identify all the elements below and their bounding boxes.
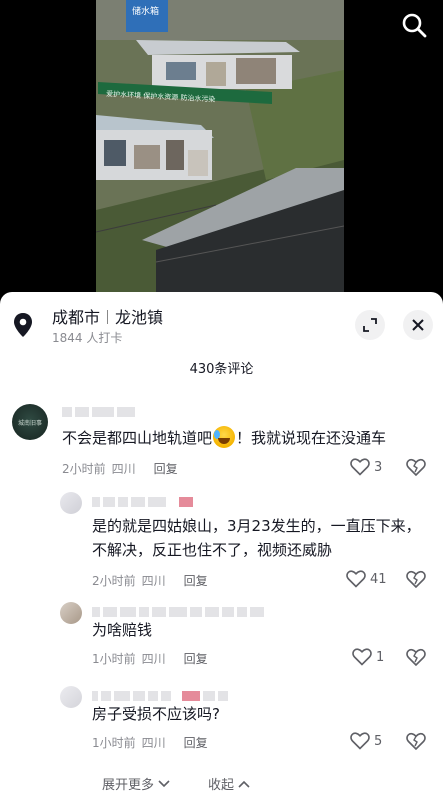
- comment-region: 四川: [111, 462, 136, 476]
- reply-button[interactable]: 回复: [184, 652, 208, 666]
- location-town: 龙池镇: [115, 308, 164, 327]
- chevron-down-icon: [158, 780, 170, 788]
- heart-icon: [352, 648, 372, 666]
- comment-time: 2小时前: [92, 574, 136, 588]
- like-count: 3: [374, 459, 383, 475]
- reply-button[interactable]: 回复: [154, 462, 178, 476]
- video-player[interactable]: 储水箱 爱护水环境 保护水资源 防治水污染: [0, 0, 443, 292]
- dislike-button[interactable]: [406, 647, 426, 667]
- location-separator: [107, 310, 109, 324]
- comment-time: 1小时前: [92, 736, 136, 750]
- like-count: 41: [370, 571, 387, 587]
- comment-text: 为啥赔钱: [92, 621, 153, 639]
- comment-region: 四川: [141, 736, 166, 750]
- username[interactable]: [62, 406, 135, 418]
- search-button[interactable]: [399, 10, 429, 40]
- video-scene: 储水箱 爱护水环境 保护水资源 防治水污染: [96, 0, 344, 292]
- comment-region: 四川: [141, 574, 166, 588]
- search-icon: [402, 13, 427, 38]
- expand-more-label: 展开更多: [102, 778, 155, 793]
- expand-button[interactable]: [355, 310, 385, 340]
- heart-icon: [350, 458, 370, 476]
- comment-item: 房子受损不应该吗? 1小时前 四川 回复 5: [0, 682, 443, 766]
- comment-text: 是的就是四姑娘山，3月23发生的，一直压下来，不解决，反正也住不了，视频还威胁: [92, 517, 421, 559]
- comment-item: 是的就是四姑娘山，3月23发生的，一直压下来，不解决，反正也住不了，视频还威胁 …: [0, 484, 443, 592]
- heart-icon: [346, 570, 366, 588]
- comment-meta: 1小时前 四川 回复: [92, 734, 208, 751]
- laughing-crying-emoji-icon: [213, 426, 236, 448]
- comment-region: 四川: [141, 652, 166, 666]
- comment-text-part: ！我就说现在还没通车: [236, 429, 387, 447]
- reply-button[interactable]: 回复: [184, 574, 208, 588]
- comment-meta: 2小时前 四川 回复: [92, 572, 208, 589]
- username[interactable]: [92, 690, 228, 702]
- comment-meta: 2小时前 四川 回复: [62, 460, 178, 477]
- comment-sheet: 成都市 龙池镇 1844 人打卡 430条评论 城南旧事 不会是都四山地轨道吧 ！我…: [0, 292, 443, 800]
- username[interactable]: [92, 496, 193, 508]
- location-title: 成都市 龙池镇: [52, 304, 163, 328]
- comment-meta: 1小时前 四川 回复: [92, 650, 208, 667]
- location-pin-icon: [14, 313, 32, 337]
- like-button[interactable]: 41: [346, 570, 387, 588]
- comment-text: 不会是都四山地轨道吧 ！我就说现在还没通车: [62, 426, 386, 450]
- avatar[interactable]: [60, 686, 82, 708]
- expand-more-button[interactable]: 展开更多: [102, 774, 170, 793]
- video-frame: 储水箱 爱护水环境 保护水资源 防治水污染: [96, 0, 344, 292]
- heart-icon: [350, 732, 370, 750]
- avatar[interactable]: 城南旧事: [12, 404, 48, 440]
- collapse-button[interactable]: 收起: [208, 774, 250, 793]
- like-button[interactable]: 3: [350, 458, 382, 476]
- comment-text: 房子受损不应该吗?: [92, 705, 220, 723]
- chevron-up-icon: [238, 780, 250, 788]
- like-button[interactable]: 5: [350, 732, 382, 750]
- dislike-button[interactable]: [406, 731, 426, 751]
- comment-time: 2小时前: [62, 462, 106, 476]
- avatar[interactable]: [60, 492, 82, 514]
- replies-footer: 展开更多 收起: [0, 772, 443, 796]
- avatar-label: 城南旧事: [17, 420, 42, 427]
- location-city: 成都市: [52, 308, 101, 327]
- reply-button[interactable]: 回复: [184, 736, 208, 750]
- like-button[interactable]: 1: [352, 648, 384, 666]
- collapse-label: 收起: [208, 778, 235, 793]
- comment-item: 城南旧事 不会是都四山地轨道吧 ！我就说现在还没通车 2小时前 四川 回复 3: [0, 392, 443, 484]
- comment-time: 1小时前: [92, 652, 136, 666]
- comments-count: 430条评论: [189, 362, 254, 377]
- comment-item: 为啥赔钱 1小时前 四川 回复 1: [0, 598, 443, 678]
- avatar[interactable]: [60, 602, 82, 624]
- dislike-button[interactable]: [406, 569, 426, 589]
- svg-text:储水箱: 储水箱: [132, 5, 159, 17]
- comment-text-part: 不会是都四山地轨道吧: [62, 429, 213, 447]
- location-bar[interactable]: 成都市 龙池镇 1844 人打卡: [0, 292, 443, 354]
- like-count: 5: [374, 733, 383, 749]
- dislike-button[interactable]: [406, 457, 426, 477]
- expand-icon: [363, 318, 377, 332]
- username[interactable]: [92, 606, 264, 618]
- checkin-count: 1844 人打卡: [52, 331, 123, 345]
- like-count: 1: [376, 649, 385, 665]
- close-button[interactable]: [403, 310, 433, 340]
- close-icon: [412, 319, 424, 331]
